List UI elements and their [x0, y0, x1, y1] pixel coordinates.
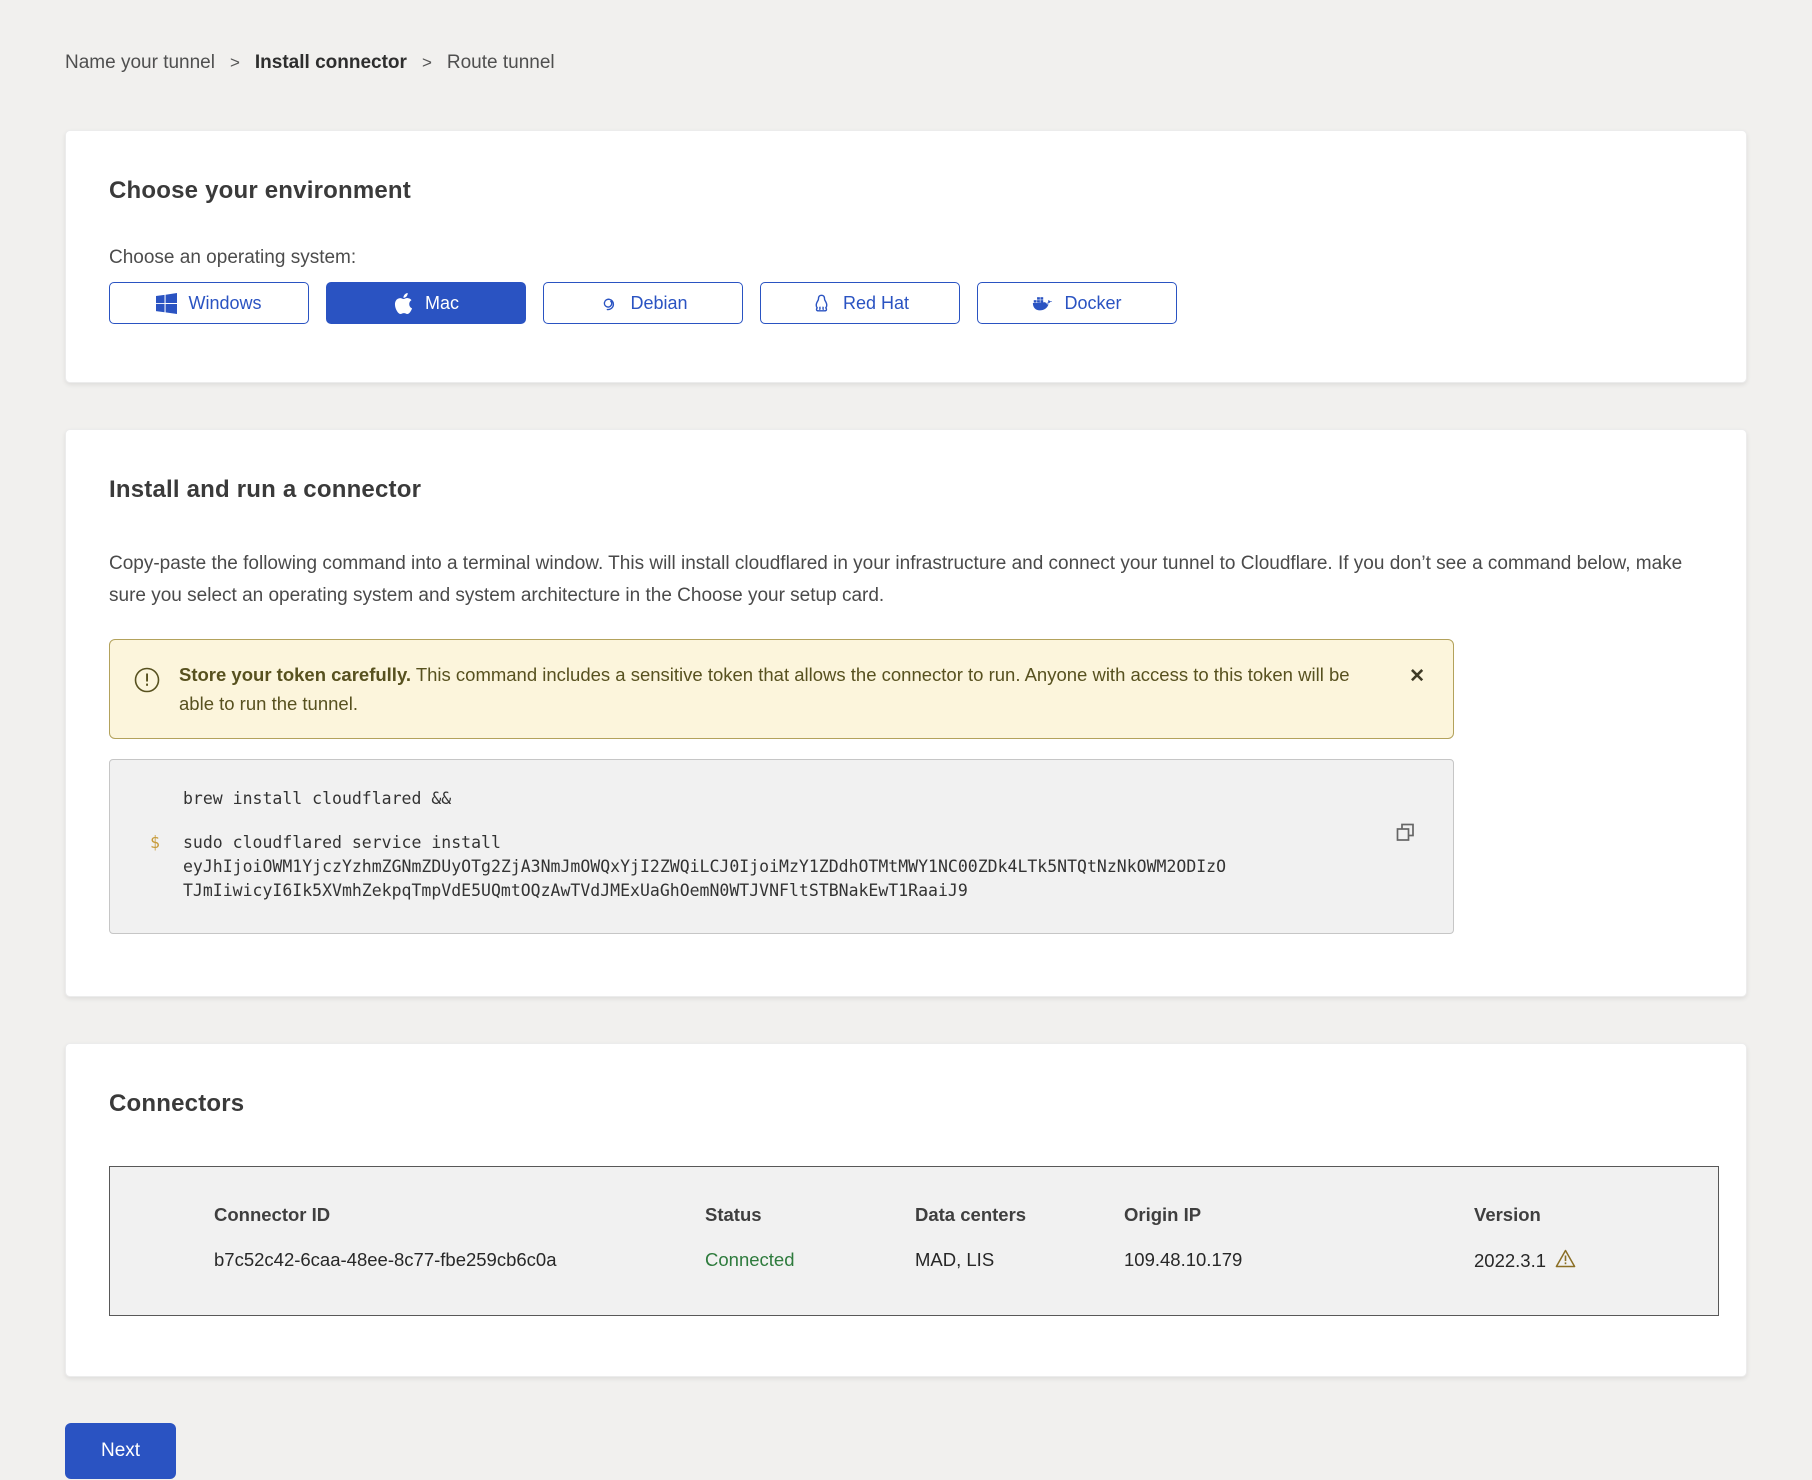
os-button-debian[interactable]: Debian: [543, 282, 743, 324]
os-button-redhat[interactable]: Red Hat: [760, 282, 960, 324]
origin-ip-value: 109.48.10.179: [1124, 1249, 1474, 1273]
install-card-title: Install and run a connector: [109, 476, 1703, 504]
shell-prompt: $: [150, 831, 164, 903]
connectors-card: Connectors Connector ID Status Data cent…: [65, 1043, 1747, 1377]
os-chooser-label: Choose an operating system:: [109, 247, 1703, 269]
status-value: Connected: [705, 1249, 915, 1273]
tunnel-setup-page: Name your tunnel > Install connector > R…: [0, 0, 1812, 1479]
command-line: $ sudo cloudflared service install eyJhI…: [150, 831, 1363, 903]
command-text: sudo cloudflared service install eyJhIjo…: [183, 831, 1226, 903]
prompt-spacer: [150, 787, 164, 811]
linux-penguin-icon: [811, 293, 832, 314]
connectors-card-title: Connectors: [109, 1090, 1703, 1118]
connectors-table: Connector ID Status Data centers Origin …: [109, 1166, 1719, 1316]
breadcrumb-separator: >: [422, 53, 432, 73]
command-sudo-line: sudo cloudflared service install: [183, 831, 1226, 855]
windows-icon: [156, 293, 177, 314]
copy-icon[interactable]: [1395, 822, 1417, 847]
column-header-version: Version: [1474, 1204, 1698, 1226]
os-button-label: Red Hat: [843, 293, 909, 314]
apple-icon: [393, 293, 414, 314]
token-warning-banner: Store your token carefully. This command…: [109, 639, 1454, 739]
warning-message: Store your token carefully. This command…: [179, 660, 1373, 718]
install-connector-card: Install and run a connector Copy-paste t…: [65, 429, 1747, 997]
column-header-data-centers: Data centers: [915, 1204, 1124, 1226]
table-header-row: Connector ID Status Data centers Origin …: [214, 1204, 1698, 1226]
table-row: b7c52c42-6caa-48ee-8c77-fbe259cb6c0a Con…: [214, 1249, 1698, 1273]
column-header-connector-id: Connector ID: [214, 1204, 705, 1226]
alert-circle-icon: [134, 667, 160, 701]
os-button-row: Windows Mac Debian Red Hat: [109, 282, 1703, 324]
data-centers-value: MAD, LIS: [915, 1249, 1124, 1273]
os-button-label: Windows: [188, 293, 261, 314]
warning-message-bold: Store your token carefully.: [179, 664, 411, 685]
connector-id-value: b7c52c42-6caa-48ee-8c77-fbe259cb6c0a: [214, 1249, 705, 1273]
docker-whale-icon: [1032, 293, 1053, 314]
close-icon[interactable]: ✕: [1403, 666, 1431, 687]
os-button-docker[interactable]: Docker: [977, 282, 1177, 324]
version-value: 2022.3.1: [1474, 1250, 1546, 1272]
breadcrumb-separator: >: [230, 53, 240, 73]
breadcrumb: Name your tunnel > Install connector > R…: [65, 0, 1747, 74]
version-value-cell: 2022.3.1: [1474, 1249, 1698, 1273]
choose-environment-card: Choose your environment Choose an operat…: [65, 130, 1747, 383]
os-button-label: Docker: [1064, 293, 1121, 314]
command-token-line-2: TJmIiwicyI6Ik5XVmhZekpqTmpVdE5UQmtOQzAwT…: [183, 879, 1226, 903]
version-warning-icon[interactable]: [1555, 1249, 1576, 1273]
os-button-mac[interactable]: Mac: [326, 282, 526, 324]
command-line: brew install cloudflared &&: [150, 787, 1363, 811]
install-description: Copy-paste the following command into a …: [109, 548, 1703, 612]
breadcrumb-route-tunnel: Route tunnel: [447, 52, 555, 74]
install-command-block: brew install cloudflared && $ sudo cloud…: [109, 759, 1454, 934]
command-token-line-1: eyJhIjoiOWM1YjczYzhmZGNmZDUyOTg2ZjA3NmJm…: [183, 855, 1226, 879]
column-header-status: Status: [705, 1204, 915, 1226]
breadcrumb-name-your-tunnel[interactable]: Name your tunnel: [65, 52, 215, 74]
debian-swirl-icon: [598, 293, 619, 314]
command-text: brew install cloudflared &&: [183, 787, 451, 811]
os-button-label: Mac: [425, 293, 459, 314]
environment-card-title: Choose your environment: [109, 177, 1703, 205]
os-button-label: Debian: [630, 293, 687, 314]
breadcrumb-install-connector: Install connector: [255, 52, 407, 74]
column-header-origin-ip: Origin IP: [1124, 1204, 1474, 1226]
os-button-windows[interactable]: Windows: [109, 282, 309, 324]
next-button[interactable]: Next: [65, 1423, 176, 1479]
